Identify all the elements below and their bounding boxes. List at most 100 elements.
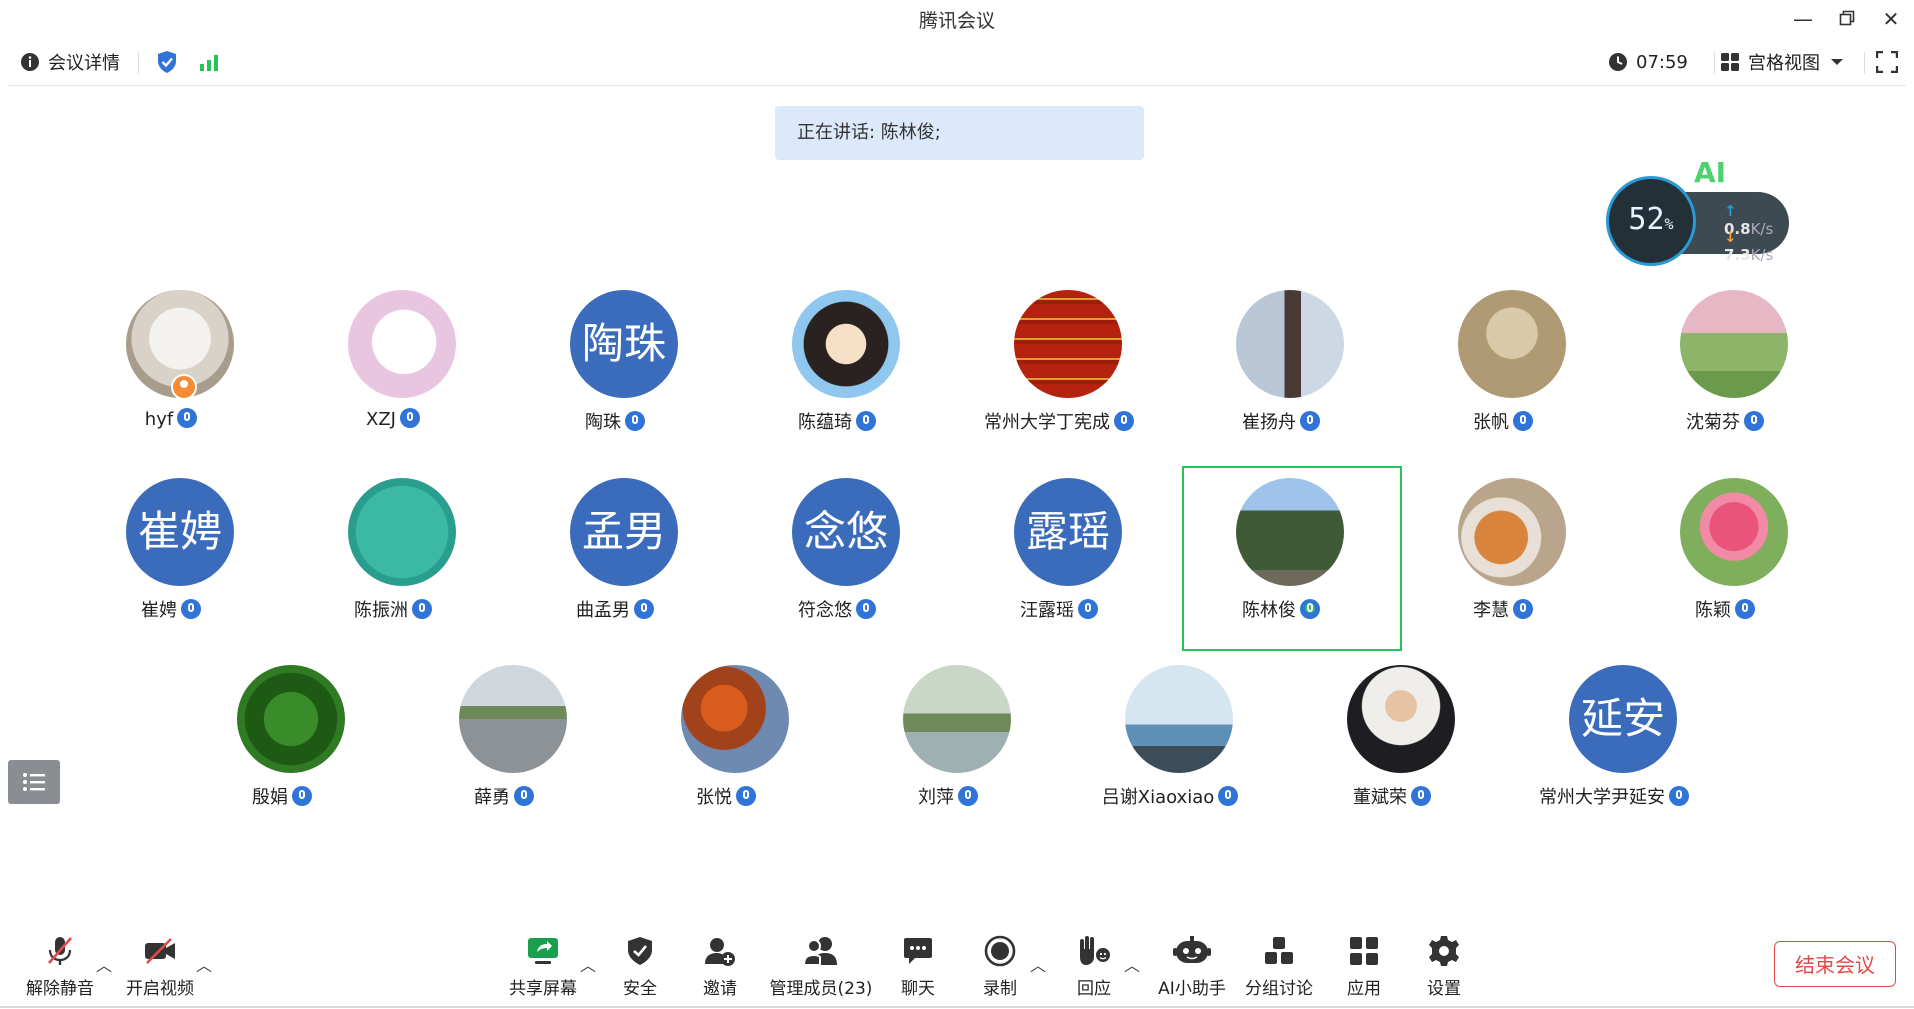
- participant-tile[interactable]: 刘萍: [836, 655, 1060, 841]
- grid-view-icon: [1721, 53, 1739, 71]
- participant-avatar: [1458, 478, 1566, 586]
- invite-button[interactable]: 邀请: [692, 934, 748, 999]
- mic-icon: [1669, 786, 1689, 806]
- participant-tile[interactable]: 李慧: [1391, 468, 1615, 654]
- add-user-icon: [705, 938, 735, 966]
- manage-members-button[interactable]: 管理成员(23): [768, 934, 874, 999]
- list-panel-toggle[interactable]: [8, 760, 60, 804]
- signal-strength-icon[interactable]: [198, 48, 220, 76]
- participant-name-text: 汪露瑶: [1020, 600, 1074, 621]
- participant-tile[interactable]: 崔扬舟: [1169, 280, 1393, 466]
- participant-avatar: [459, 665, 567, 773]
- participant-tile[interactable]: 董斌荣: [1280, 655, 1504, 841]
- close-icon[interactable]: ✕: [1876, 4, 1906, 34]
- participant-name: 吕谢Xiaoxiao: [1058, 783, 1282, 809]
- mic-icon: [634, 599, 654, 619]
- settings-button[interactable]: 设置: [1416, 934, 1472, 999]
- participant-name: 常州大学尹延安: [1502, 783, 1726, 809]
- invite-label: 邀请: [703, 979, 737, 999]
- reaction-options-chevron-icon[interactable]: ︿: [1124, 952, 1140, 976]
- apps-button[interactable]: 应用: [1336, 934, 1392, 999]
- participant-tile[interactable]: 延安 常州大学尹延安: [1502, 655, 1726, 841]
- meeting-toolbar: 解除静音 ︿ 开启视频 ︿ 共享屏幕 ︿ 安全 邀请 管理成员(23) 聊天 录…: [0, 928, 1914, 1009]
- participant-avatar: 露瑶: [1014, 478, 1122, 586]
- unmute-button[interactable]: 解除静音: [24, 934, 96, 999]
- video-options-chevron-icon[interactable]: ︿: [196, 952, 212, 976]
- clock-icon: [1609, 53, 1627, 71]
- network-monitor-widget[interactable]: AI 52% ↑ 0.8K/s ↓ 7.3K/s: [1606, 156, 1789, 266]
- mic-icon: [1513, 411, 1533, 431]
- record-options-chevron-icon[interactable]: ︿: [1030, 952, 1046, 976]
- mic-icon: [1114, 411, 1134, 431]
- audio-options-chevron-icon[interactable]: ︿: [96, 952, 112, 976]
- restore-icon[interactable]: [1832, 4, 1862, 34]
- mic-icon: [399, 408, 420, 428]
- mic-icon: [856, 599, 876, 619]
- participant-name-text: 崔扬舟: [1242, 412, 1296, 433]
- participant-tile[interactable]: 孟男 曲孟男: [503, 468, 727, 654]
- participant-name: 董斌荣: [1280, 783, 1504, 809]
- participant-tile[interactable]: 沈菊芬: [1613, 280, 1837, 466]
- divider: [1864, 52, 1865, 74]
- participant-tile[interactable]: 薛勇: [392, 655, 616, 841]
- minimize-icon[interactable]: —: [1788, 4, 1818, 34]
- participant-tile[interactable]: 陈蕴琦: [725, 280, 949, 466]
- security-button[interactable]: 安全: [612, 934, 668, 999]
- avatar-initials: 露瑶: [1025, 507, 1110, 556]
- security-shield-icon[interactable]: [156, 48, 178, 76]
- share-screen-button[interactable]: 共享屏幕: [505, 934, 581, 999]
- shield-check-icon: [628, 937, 652, 965]
- participant-name: 常州大学丁宪成: [947, 408, 1171, 434]
- reaction-button[interactable]: 回应: [1066, 934, 1122, 999]
- mic-icon: [1411, 786, 1431, 806]
- participant-name: 陈蕴琦: [725, 408, 949, 434]
- record-button[interactable]: 录制: [972, 934, 1028, 999]
- participant-tile[interactable]: 常州大学丁宪成: [947, 280, 1171, 466]
- participant-tile[interactable]: XZJ: [281, 280, 505, 466]
- participant-name-text: 曲孟男: [576, 600, 630, 621]
- participant-tile[interactable]: 陈振洲: [281, 468, 505, 654]
- participant-tile[interactable]: 露瑶汪露瑶: [947, 468, 1171, 654]
- chat-button[interactable]: 聊天: [890, 934, 946, 999]
- mic-icon: [856, 411, 876, 431]
- participant-name-text: 张帆: [1473, 412, 1509, 433]
- participant-name-text: 李慧: [1473, 600, 1509, 621]
- mic-icon: [412, 599, 432, 619]
- meeting-info-button[interactable]: 会议详情: [20, 48, 120, 76]
- share-options-chevron-icon[interactable]: ︿: [580, 952, 596, 976]
- participant-name-text: 张悦: [696, 787, 732, 808]
- participant-tile[interactable]: hyf: [59, 280, 283, 466]
- mic-icon: [625, 411, 645, 431]
- view-mode-dropdown[interactable]: 宫格视图: [1720, 48, 1844, 76]
- participant-name: 殷娟: [170, 783, 394, 809]
- participant-avatar: [1236, 290, 1344, 398]
- participant-tile[interactable]: 张悦: [614, 655, 838, 841]
- participant-avatar: [792, 290, 900, 398]
- participant-name-text: 董斌荣: [1353, 787, 1407, 808]
- participant-tile[interactable]: 念悠 符念悠: [725, 468, 949, 654]
- download-rate: ↓ 7.3K/s: [1724, 228, 1774, 264]
- breakout-rooms-label: 分组讨论: [1245, 979, 1313, 999]
- participant-tile[interactable]: 崔娉 崔娉: [59, 468, 283, 654]
- unmute-label: 解除静音: [26, 979, 94, 999]
- participant-name-text: 薛勇: [474, 787, 510, 808]
- fullscreen-icon[interactable]: [1876, 48, 1898, 76]
- end-meeting-button[interactable]: 结束会议: [1774, 941, 1896, 987]
- participant-tile[interactable]: 吕谢Xiaoxiao: [1058, 655, 1282, 841]
- participant-tile[interactable]: 殷娟: [170, 655, 394, 841]
- participant-tile[interactable]: 陈颖: [1613, 468, 1837, 654]
- record-label: 录制: [983, 979, 1017, 999]
- participant-tile[interactable]: 陶珠 陶珠: [503, 280, 727, 466]
- apps-grid-icon: [1350, 937, 1378, 965]
- mic-icon: [1513, 599, 1533, 619]
- participant-name: 张悦: [614, 783, 838, 809]
- breakout-rooms-button[interactable]: 分组讨论: [1242, 934, 1316, 999]
- divider: [138, 52, 139, 74]
- ai-assistant-label: AI小助手: [1158, 979, 1226, 999]
- participant-name: 符念悠: [725, 596, 949, 622]
- ai-assistant-button[interactable]: AI小助手: [1152, 934, 1232, 999]
- participant-tile[interactable]: 张帆: [1391, 280, 1615, 466]
- participant-name: hyf: [59, 408, 283, 430]
- start-video-button[interactable]: 开启视频: [124, 934, 196, 999]
- participant-name-text: hyf: [144, 409, 174, 430]
